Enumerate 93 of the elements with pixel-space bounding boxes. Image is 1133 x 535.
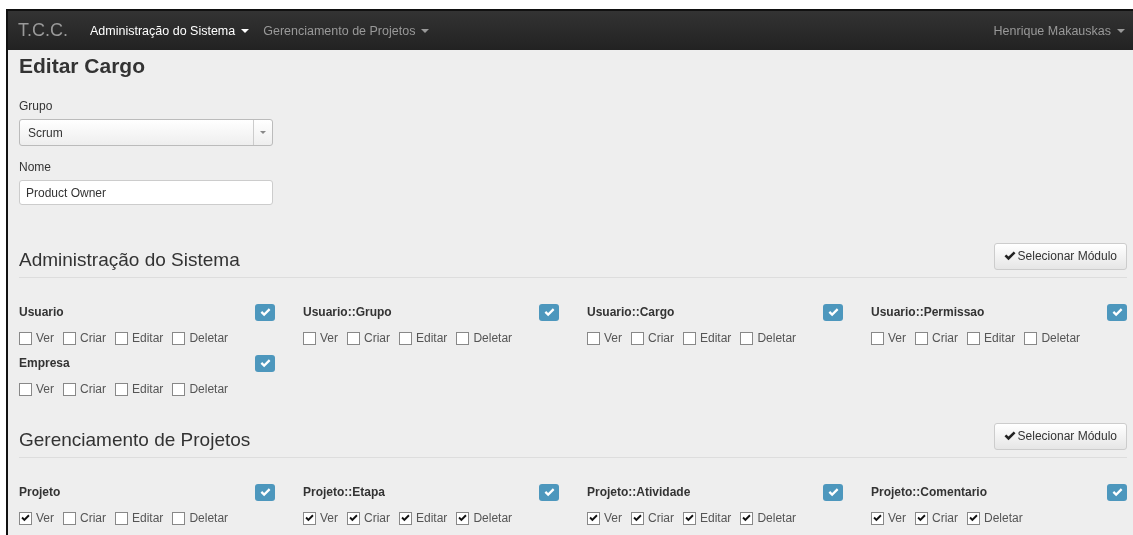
check-icon — [873, 514, 882, 522]
name-field[interactable]: Product Owner — [19, 180, 273, 205]
permission-checkbox[interactable]: Ver — [19, 511, 54, 525]
caret-icon — [421, 28, 430, 33]
user-menu[interactable]: Henrique Makauskas — [993, 23, 1125, 38]
permission-checkbox[interactable]: Deletar — [740, 511, 797, 525]
check-icon — [349, 514, 358, 522]
permission-checkbox[interactable]: Ver — [587, 331, 622, 345]
module-checkbox[interactable] — [823, 483, 843, 501]
nav-menu[interactable]: Administração do Sistema — [90, 23, 250, 38]
permission-checkbox[interactable]: Deletar — [172, 331, 229, 345]
permission-checkbox[interactable]: Editar — [967, 331, 1016, 345]
check-icon — [685, 514, 694, 522]
module-name: Usuario::Permissao — [871, 305, 985, 319]
permission-checkbox[interactable]: Ver — [871, 511, 906, 525]
permission-checkbox[interactable]: Criar — [347, 511, 390, 525]
permission-checkbox[interactable]: Ver — [587, 511, 622, 525]
module-name: Empresa — [19, 356, 70, 370]
check-icon — [543, 307, 555, 317]
module-checkbox[interactable] — [255, 483, 275, 501]
caret-icon — [241, 28, 250, 33]
check-icon — [21, 514, 30, 522]
module-checkbox[interactable] — [539, 303, 559, 321]
permission-checkbox[interactable]: Editar — [115, 511, 164, 525]
permission-checkbox[interactable]: Ver — [303, 331, 338, 345]
permission-checkbox[interactable]: Editar — [399, 331, 448, 345]
check-icon — [1003, 431, 1016, 441]
caret-icon — [260, 131, 266, 134]
permission-checkbox[interactable]: Criar — [631, 331, 674, 345]
permission-checkbox[interactable]: Deletar — [456, 331, 513, 345]
brand-logo[interactable]: T.C.C. — [18, 20, 68, 41]
permission-checkbox[interactable]: Ver — [19, 331, 54, 345]
section-heading: Administração do Sistema — [19, 249, 240, 271]
check-icon — [1003, 251, 1016, 261]
check-icon — [589, 514, 598, 522]
module-name: Projeto — [19, 485, 61, 499]
permission-checkbox[interactable]: Deletar — [172, 382, 229, 396]
caret-icon — [1117, 28, 1125, 33]
permission-checkbox[interactable]: Ver — [871, 331, 906, 345]
check-icon — [969, 514, 978, 522]
field-label: Grupo — [19, 99, 54, 113]
permission-checkbox[interactable]: Ver — [19, 382, 54, 396]
check-icon — [305, 514, 314, 522]
permission-checkbox[interactable]: Deletar — [740, 331, 797, 345]
permission-checkbox[interactable]: Editar — [399, 511, 448, 525]
module-name: Usuario — [19, 305, 64, 319]
select-module-button[interactable]: Selecionar Módulo — [993, 422, 1127, 450]
module-name: Projeto::Etapa — [303, 485, 385, 499]
permission-checkbox[interactable]: Ver — [303, 511, 338, 525]
check-icon — [259, 358, 271, 368]
check-icon — [543, 487, 555, 497]
permission-checkbox[interactable]: Deletar — [172, 511, 229, 525]
module-checkbox[interactable] — [1107, 303, 1127, 321]
module-checkbox[interactable] — [539, 483, 559, 501]
permission-checkbox[interactable]: Deletar — [967, 511, 1023, 525]
permission-checkbox[interactable]: Criar — [631, 511, 674, 525]
module-checkbox[interactable] — [823, 303, 843, 321]
nav-menu[interactable]: Gerenciamento de Projetos — [263, 23, 430, 38]
select-module-button[interactable]: Selecionar Módulo — [993, 242, 1127, 270]
permission-checkbox[interactable]: Criar — [63, 382, 106, 396]
check-icon — [742, 514, 752, 522]
field-label: Nome — [19, 160, 52, 174]
page-title: Editar Cargo — [19, 53, 147, 79]
permission-checkbox[interactable]: Criar — [63, 511, 106, 525]
module-checkbox[interactable] — [1107, 483, 1127, 501]
check-icon — [827, 487, 839, 497]
permission-checkbox[interactable]: Deletar — [1024, 331, 1081, 345]
permission-checkbox[interactable]: Editar — [683, 331, 732, 345]
module-name: Usuario::Grupo — [303, 305, 392, 319]
permission-checkbox[interactable]: Editar — [115, 382, 164, 396]
check-icon — [633, 514, 642, 522]
check-icon — [1111, 487, 1123, 497]
module-checkbox[interactable] — [255, 303, 275, 321]
permission-checkbox[interactable]: Deletar — [456, 511, 513, 525]
module-name: Usuario::Cargo — [587, 305, 675, 319]
permission-checkbox[interactable]: Editar — [683, 511, 732, 525]
check-icon — [259, 487, 271, 497]
permission-checkbox[interactable]: Criar — [915, 511, 958, 525]
module-name: Projeto::Comentario — [871, 485, 987, 499]
check-icon — [1111, 307, 1123, 317]
group-select[interactable]: Scrum — [19, 119, 273, 146]
permission-checkbox[interactable]: Criar — [347, 331, 390, 345]
check-icon — [259, 307, 271, 317]
check-icon — [917, 514, 926, 522]
check-icon — [458, 514, 468, 522]
permission-checkbox[interactable]: Criar — [63, 331, 106, 345]
permission-checkbox[interactable]: Editar — [115, 331, 164, 345]
check-icon — [827, 307, 839, 317]
permission-checkbox[interactable]: Criar — [915, 331, 958, 345]
section-heading: Gerenciamento de Projetos — [19, 429, 251, 451]
check-icon — [401, 514, 410, 522]
module-name: Projeto::Atividade — [587, 485, 691, 499]
module-checkbox[interactable] — [255, 354, 275, 372]
